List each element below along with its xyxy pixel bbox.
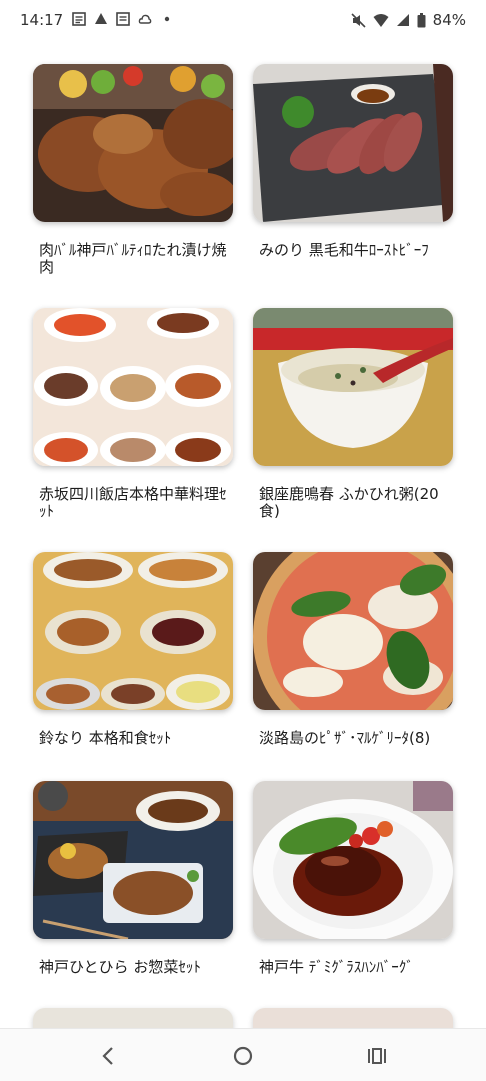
- back-icon[interactable]: [96, 1043, 122, 1069]
- product-title[interactable]: 肉ﾊﾞﾙ神戸ﾊﾞﾙﾃｨﾛたれ漬け焼肉: [39, 242, 227, 276]
- product-title[interactable]: 神戸ひとひら お惣菜ｾｯﾄ: [39, 959, 227, 976]
- home-icon[interactable]: [230, 1043, 256, 1069]
- news-icon: [116, 12, 130, 26]
- side-dishes-photo[interactable]: [33, 781, 233, 939]
- recents-icon[interactable]: [364, 1043, 390, 1069]
- hamburg-steak-photo[interactable]: [253, 781, 453, 939]
- product-card[interactable]: 淡路島のﾋﾟｻﾞ･ﾏﾙｹﾞﾘｰﾀ(8): [253, 552, 453, 747]
- system-icons: 84%: [351, 11, 466, 29]
- status-bar: 14:17 84%: [0, 0, 486, 42]
- wifi-icon: [373, 13, 389, 27]
- product-title[interactable]: 赤坂四川飯店本格中華料理ｾｯﾄ: [39, 486, 227, 520]
- roast-beef-photo[interactable]: [253, 64, 453, 222]
- shark-fin-porridge-photo[interactable]: [253, 308, 453, 466]
- product-card[interactable]: 鈴なり 本格和食ｾｯﾄ: [33, 552, 233, 747]
- mute-icon: [351, 12, 366, 28]
- drive-icon: [95, 13, 107, 24]
- japanese-dishes-photo[interactable]: [33, 552, 233, 710]
- signal-icon: [396, 14, 409, 26]
- cloud-icon: [138, 14, 152, 24]
- product-card[interactable]: 赤坂四川飯店本格中華料理ｾｯﾄ: [33, 308, 233, 520]
- news-icon: [72, 12, 86, 26]
- battery-icon: [417, 12, 426, 27]
- product-card[interactable]: 神戸ひとひら お惣菜ｾｯﾄ: [33, 781, 233, 976]
- product-title[interactable]: 淡路島のﾋﾟｻﾞ･ﾏﾙｹﾞﾘｰﾀ(8): [259, 730, 447, 747]
- product-title[interactable]: 銀座鹿鳴春 ふかひれ粥(20食): [259, 486, 447, 520]
- product-title[interactable]: みのり 黒毛和牛ﾛｰｽﾄﾋﾞｰﾌ: [259, 242, 447, 259]
- product-card[interactable]: 銀座鹿鳴春 ふかひれ粥(20食): [253, 308, 453, 520]
- status-time: 14:17: [20, 11, 64, 29]
- product-title[interactable]: 鈴なり 本格和食ｾｯﾄ: [39, 730, 227, 747]
- dot-icon: [164, 16, 170, 22]
- chinese-dishes-photo[interactable]: [33, 308, 233, 466]
- product-card[interactable]: みのり 黒毛和牛ﾛｰｽﾄﾋﾞｰﾌ: [253, 64, 453, 259]
- product-card[interactable]: 肉ﾊﾞﾙ神戸ﾊﾞﾙﾃｨﾛたれ漬け焼肉: [33, 64, 233, 276]
- product-card[interactable]: 神戸牛 ﾃﾞﾐｸﾞﾗｽﾊﾝﾊﾞｰｸﾞ: [253, 781, 453, 976]
- margherita-pizza-photo[interactable]: [253, 552, 453, 710]
- battery-percent: 84%: [432, 11, 466, 29]
- notification-icons: [72, 12, 174, 26]
- grilled-meat-photo[interactable]: [33, 64, 233, 222]
- navigation-bar: [0, 1028, 486, 1081]
- product-title[interactable]: 神戸牛 ﾃﾞﾐｸﾞﾗｽﾊﾝﾊﾞｰｸﾞ: [259, 959, 447, 976]
